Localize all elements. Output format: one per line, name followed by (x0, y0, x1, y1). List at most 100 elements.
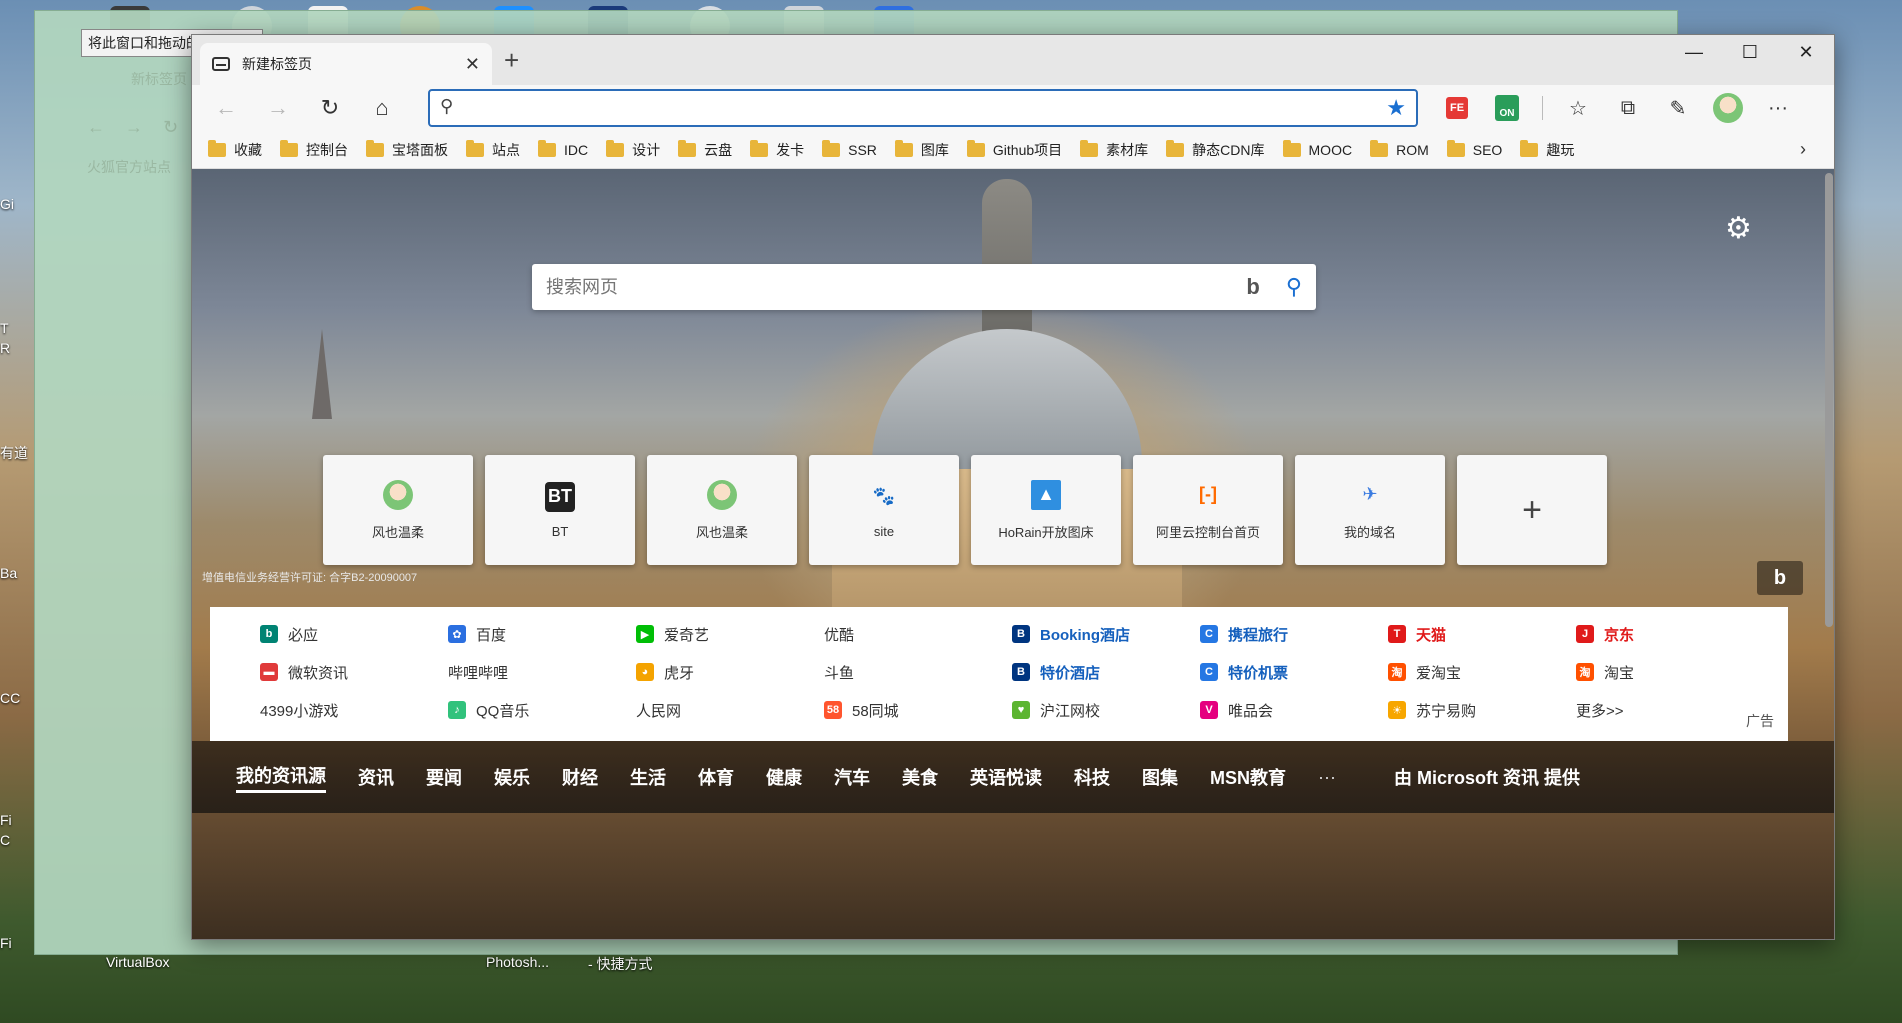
popular-link[interactable]: 更多>> (1576, 691, 1764, 729)
fe-extension-icon: FE (1446, 97, 1468, 119)
search-icon[interactable]: ⚲ (1286, 274, 1302, 300)
home-button[interactable]: ⌂ (356, 90, 408, 126)
news-nav-item[interactable]: 汽车 (834, 764, 870, 790)
news-nav-item[interactable]: 科技 (1074, 764, 1110, 790)
tab-new-tab[interactable]: 新建标签页 ✕ (200, 43, 492, 85)
popular-link[interactable]: 哔哩哔哩 (448, 653, 636, 691)
bookmark-folder[interactable]: 收藏 (208, 139, 262, 160)
bookmark-folder[interactable]: ROM (1370, 139, 1429, 158)
bookmark-folder[interactable]: 站点 (466, 139, 520, 160)
msn-credit[interactable]: 由 Microsoft 资讯 提供 (1394, 764, 1580, 790)
bookmark-folder[interactable]: Github项目 (966, 139, 1062, 160)
desktop-label-photoshop[interactable]: Photosh... (486, 954, 549, 970)
quick-link-tile[interactable]: 风也温柔 (647, 455, 797, 565)
news-nav-item[interactable]: 资讯 (358, 764, 394, 790)
bookmark-folder[interactable]: 趣玩 (1520, 139, 1574, 160)
bookmark-folder[interactable]: 素材库 (1080, 139, 1148, 160)
popular-link[interactable]: 淘淘宝 (1576, 653, 1764, 691)
quick-link-tile[interactable]: BT BT (485, 455, 635, 565)
popular-link[interactable]: V 唯品会 (1200, 691, 1388, 729)
minimize-button[interactable]: — (1666, 35, 1722, 69)
add-quick-link-button[interactable]: + (1457, 455, 1607, 565)
address-bar[interactable]: ⚲ ★ (428, 89, 1418, 127)
scrollbar[interactable] (1825, 173, 1833, 627)
desktop-label-virtualbox[interactable]: VirtualBox (106, 954, 170, 970)
web-search-box[interactable]: b ⚲ (532, 264, 1316, 310)
quick-link-tile[interactable]: 风也温柔 (323, 455, 473, 565)
collections-button[interactable]: ⧉ (1603, 90, 1653, 126)
popular-link[interactable]: 4399小游戏 (260, 691, 448, 729)
forward-button[interactable]: → (252, 90, 304, 126)
popular-link[interactable]: ◕ 虎牙 (636, 653, 824, 691)
profile-button[interactable] (1703, 90, 1753, 126)
bookmark-folder[interactable]: 图库 (894, 139, 949, 160)
more-menu-button[interactable]: ··· (1753, 90, 1803, 126)
extension-on-button[interactable]: ON (1482, 90, 1532, 126)
popular-link[interactable]: ☀ 苏宁易购 (1388, 691, 1576, 729)
popular-link[interactable]: 58 58同城 (824, 691, 1012, 729)
bookmark-folder[interactable]: IDC (538, 139, 588, 158)
bing-image-info-button[interactable]: b (1757, 561, 1803, 595)
popular-link[interactable]: C 携程旅行 (1200, 615, 1388, 653)
news-nav-item[interactable]: 美食 (902, 764, 938, 790)
gear-icon[interactable]: ⚙ (1725, 211, 1752, 246)
news-nav-item[interactable]: 英语悦读 (970, 764, 1042, 790)
popular-link[interactable]: B Booking酒店 (1012, 615, 1200, 653)
news-nav-item[interactable]: 生活 (630, 764, 666, 790)
popular-link[interactable]: ♥ 沪江网校 (1012, 691, 1200, 729)
popular-link[interactable]: J 京东 (1576, 615, 1764, 653)
tab-close-icon[interactable]: ✕ (465, 54, 480, 75)
news-nav-item[interactable]: MSN教育 (1210, 764, 1286, 790)
popular-link[interactable]: T 天猫 (1388, 615, 1576, 653)
favorites-button[interactable]: ☆ (1553, 90, 1603, 126)
quick-link-tile[interactable]: ▲ HoRain开放图床 (971, 455, 1121, 565)
address-input[interactable] (464, 99, 1387, 117)
web-search-input[interactable] (546, 276, 1247, 298)
maximize-button[interactable]: ☐ (1722, 35, 1778, 69)
news-nav-item[interactable]: 健康 (766, 764, 802, 790)
bookmark-folder[interactable]: MOOC (1282, 139, 1352, 158)
popular-link[interactable]: ▬ 微软资讯 (260, 653, 448, 691)
popular-link[interactable]: 斗鱼 (824, 653, 1012, 691)
extension-fe-button[interactable]: FE (1432, 90, 1482, 126)
new-tab-button[interactable]: + (504, 47, 519, 73)
news-nav-item[interactable]: 体育 (698, 764, 734, 790)
bookmark-folder[interactable]: 静态CDN库 (1166, 139, 1265, 160)
popular-link[interactable]: 优酷 (824, 615, 1012, 653)
feedback-button[interactable]: ✎ (1653, 90, 1703, 126)
quick-link-tile[interactable]: [-] 阿里云控制台首页 (1133, 455, 1283, 565)
popular-link[interactable]: ♪ QQ音乐 (448, 691, 636, 729)
popular-link-label: 虎牙 (664, 664, 695, 682)
desktop-label-shortcut[interactable]: - 快捷方式 (588, 954, 653, 974)
popular-link[interactable]: 淘爱淘宝 (1388, 653, 1576, 691)
popular-link[interactable]: b 必应 (260, 615, 448, 653)
chevron-right-icon[interactable]: › (1800, 139, 1806, 160)
popular-link[interactable]: C 特价机票 (1200, 653, 1388, 691)
news-nav-item[interactable]: 我的资讯源 (236, 762, 326, 793)
favorite-star-icon[interactable]: ★ (1386, 95, 1406, 121)
taobao-icon: 淘 (1576, 663, 1594, 681)
close-window-button[interactable]: ✕ (1778, 35, 1834, 69)
news-nav-item[interactable]: 图集 (1142, 764, 1178, 790)
popular-link[interactable]: 人民网 (636, 691, 824, 729)
bookmark-folder[interactable]: 设计 (606, 139, 660, 160)
popular-link[interactable]: ▶ 爱奇艺 (636, 615, 824, 653)
popular-link[interactable]: ✿ 百度 (448, 615, 636, 653)
popular-link[interactable]: B 特价酒店 (1012, 653, 1200, 691)
quick-link-tile[interactable]: ✈ 我的域名 (1295, 455, 1445, 565)
bookmark-folder[interactable]: SSR (822, 139, 877, 158)
bookmark-folder[interactable]: 控制台 (280, 139, 348, 160)
refresh-button[interactable]: ↻ (304, 90, 356, 126)
news-nav-item[interactable]: 要闻 (426, 764, 462, 790)
toolbar-right: FE ON ☆ ⧉ ✎ ··· (1432, 90, 1803, 126)
bookmark-folder[interactable]: 云盘 (678, 139, 732, 160)
news-nav-item[interactable]: 财经 (562, 764, 598, 790)
bookmark-folder[interactable]: SEO (1446, 139, 1502, 158)
bookmark-folder[interactable]: 宝塔面板 (366, 139, 448, 160)
tile-label: HoRain开放图床 (998, 524, 1094, 540)
news-more-button[interactable]: ··· (1318, 767, 1336, 788)
bookmark-folder[interactable]: 发卡 (750, 139, 804, 160)
news-nav-item[interactable]: 娱乐 (494, 764, 530, 790)
back-button[interactable]: ← (200, 90, 252, 126)
quick-link-tile[interactable]: 🐾 site (809, 455, 959, 565)
